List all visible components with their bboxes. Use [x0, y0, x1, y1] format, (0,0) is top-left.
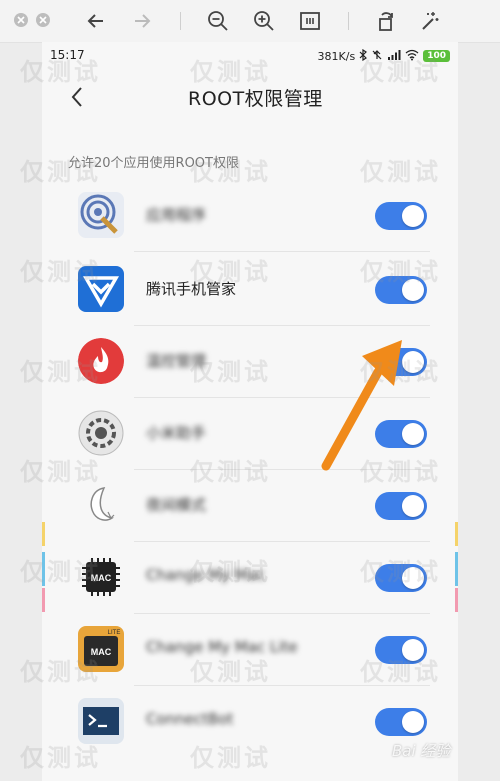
app-name: 腾讯手机管家 [146, 280, 237, 298]
status-time: 15:17 [50, 48, 85, 62]
battery-indicator: 100 [423, 50, 450, 62]
row-divider [134, 251, 430, 252]
gear-app-icon [78, 410, 124, 456]
root-permission-toggle[interactable] [375, 708, 427, 736]
back-arrow-icon[interactable] [84, 9, 108, 33]
page-title: ROOT权限管理 [188, 88, 323, 110]
phone-screen: 15:17 381K/s 100 ROOT权限管理 允许20个应用使用ROOT权… [42, 42, 458, 781]
root-permission-toggle[interactable] [375, 276, 427, 304]
close-window-icon[interactable] [14, 13, 28, 27]
app-name: Change My Mac Lite [146, 638, 298, 656]
annotation-arrow-icon [321, 340, 402, 471]
baidu-watermark: Bai 经验 [392, 742, 451, 760]
fit-page-icon[interactable] [298, 9, 322, 33]
magic-wand-icon[interactable] [418, 9, 442, 33]
viewer-toolbar [0, 0, 500, 43]
toolbar-separator [348, 12, 349, 30]
target-app-icon [78, 192, 124, 238]
edge-mark [42, 522, 45, 546]
app-name: 夜间模式 [146, 496, 207, 514]
app-name: 小米助手 [146, 424, 207, 442]
app-row[interactable]: 夜间模式 [42, 470, 458, 542]
chip-mac-lite-text: MAC [91, 647, 112, 657]
toggle-knob [402, 279, 424, 301]
edge-mark [455, 552, 458, 586]
edge-mark [455, 522, 458, 546]
zoom-in-icon[interactable] [252, 9, 276, 33]
rotate-icon[interactable] [374, 9, 398, 33]
status-bar: 15:17 381K/s 100 [42, 42, 458, 70]
chip-mac-lite-icon: MAC LITE [78, 626, 124, 672]
network-speed: 381K/s [317, 49, 356, 63]
app-row[interactable]: MAC LITE Change My Mac Lite [42, 614, 458, 686]
tencent-manager-icon [78, 266, 124, 312]
app-header: ROOT权限管理 [42, 70, 458, 122]
back-button[interactable] [66, 84, 90, 110]
toggle-knob [402, 711, 424, 733]
toolbar-separator [180, 12, 181, 30]
app-name: 温控管理 [146, 352, 207, 370]
toggle-knob [402, 639, 424, 661]
app-row[interactable]: MAC Change My Mac [42, 542, 458, 614]
edge-mark [455, 588, 458, 612]
forward-arrow-icon[interactable] [130, 9, 154, 33]
toggle-knob [402, 495, 424, 517]
root-permission-toggle[interactable] [375, 492, 427, 520]
root-permission-toggle[interactable] [375, 564, 427, 592]
app-row[interactable]: 腾讯手机管家 [42, 254, 458, 326]
chevron-left-icon [71, 87, 82, 107]
status-icons: 381K/s 100 [318, 47, 450, 65]
app-name: ConnectBot [146, 710, 234, 728]
chip-mac-icon: MAC [78, 554, 124, 600]
app-name: Change My Mac [146, 566, 266, 584]
chip-mac-text: MAC [91, 573, 112, 583]
edge-mark [42, 552, 45, 586]
zoom-out-icon[interactable] [206, 9, 230, 33]
section-header: 允许20个应用使用ROOT权限 [68, 156, 239, 171]
flame-app-icon [78, 338, 124, 384]
toggle-knob [402, 567, 424, 589]
app-name: 应用程序 [146, 206, 207, 224]
signal-icon [387, 49, 401, 64]
terminal-app-icon [78, 698, 124, 744]
edge-mark [42, 588, 45, 612]
root-permission-toggle[interactable] [375, 636, 427, 664]
app-row[interactable]: 应用程序 [42, 180, 458, 252]
toggle-knob [402, 205, 424, 227]
root-permission-toggle[interactable] [375, 202, 427, 230]
no-sim-icon [371, 49, 383, 64]
bluetooth-icon [359, 48, 368, 64]
chip-lite-badge-text: LITE [108, 630, 121, 636]
wifi-icon [405, 49, 419, 64]
minimize-window-icon[interactable] [36, 13, 50, 27]
moon-app-icon [78, 482, 124, 528]
